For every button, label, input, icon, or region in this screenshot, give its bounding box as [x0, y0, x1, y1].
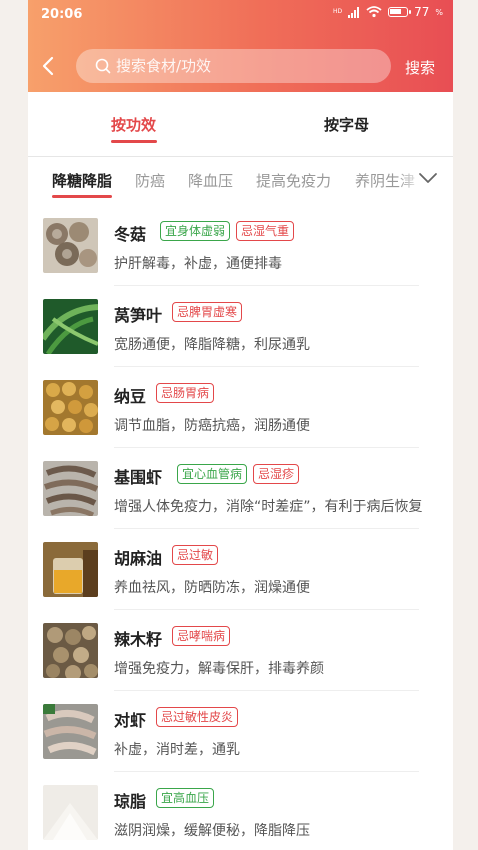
food-thumbnail	[43, 218, 98, 273]
hd-label: HD	[332, 8, 343, 15]
food-thumbnail	[43, 704, 98, 759]
list-item[interactable]: 冬菇 宜身体虚弱 忌湿气重 护肝解毒，补虚，通便排毒	[28, 205, 453, 286]
category-item-2[interactable]: 防癌	[135, 170, 165, 191]
list-item[interactable]: 胡麻油 忌过敏 养血祛风，防晒防冻，润燥通便	[28, 529, 453, 610]
category-bar: 降糖降脂 防癌 降血压 提高免疫力 养阴生津	[28, 157, 453, 200]
food-description: 宽肠通便，降脂降糖，利尿通乳	[114, 337, 310, 353]
tag-row: 忌过敏性皮炎	[156, 707, 239, 727]
suitable-tag: 宜身体虚弱	[160, 221, 231, 241]
search-box[interactable]	[76, 49, 391, 83]
list-item[interactable]: 辣木籽 忌哮喘病 增强免疫力，解毒保肝，排毒养颜	[28, 610, 453, 691]
list-item[interactable]: 琼脂 宜高血压 滋阴润燥，缓解便秘，降脂降压	[28, 772, 453, 850]
avoid-tag: 忌湿疹	[253, 464, 300, 484]
food-description: 护肝解毒，补虚，通便排毒	[114, 256, 282, 272]
tag-row: 忌哮喘病	[172, 626, 231, 646]
food-thumbnail	[43, 785, 98, 840]
list-item[interactable]: 莴笋叶 忌脾胃虚寒 宽肠通便，降脂降糖，利尿通乳	[28, 286, 453, 367]
app-screen: 20:06 HD 77% 搜索 按功效 按字母 降糖降脂 防癌 降血压 提高免疫…	[28, 0, 453, 850]
tag-row: 宜身体虚弱 忌湿气重	[160, 221, 295, 241]
search-button[interactable]: 搜索	[405, 57, 435, 78]
food-description: 增强免疫力，解毒保肝，排毒养颜	[114, 661, 324, 677]
search-input[interactable]	[116, 49, 376, 83]
food-name: 莴笋叶	[114, 306, 163, 325]
back-arrow-icon[interactable]	[40, 54, 56, 78]
tag-row: 宜心血管病 忌湿疹	[177, 464, 300, 484]
wifi-icon	[366, 6, 382, 18]
avoid-tag: 忌过敏	[172, 545, 219, 565]
status-bar: 20:06 HD 77%	[28, 0, 453, 30]
food-description: 滋阴润燥，缓解便秘，降脂降压	[114, 823, 310, 839]
list-item[interactable]: 纳豆 忌肠胃病 调节血脂，防癌抗癌，润肠通便	[28, 367, 453, 448]
tab-by-effect[interactable]: 按功效	[111, 114, 156, 135]
tag-row: 忌过敏	[172, 545, 219, 565]
food-description: 养血祛风，防晒防冻，润燥通便	[114, 580, 310, 596]
status-icons: HD 77%	[332, 5, 443, 19]
tab-active-indicator	[111, 140, 157, 143]
category-active-indicator	[52, 195, 112, 198]
tab-bar: 按功效 按字母	[28, 92, 453, 157]
food-name: 基围虾	[114, 468, 163, 487]
header-bar: 20:06 HD 77% 搜索	[28, 0, 453, 92]
tag-row: 忌肠胃病	[156, 383, 215, 403]
tag-row: 宜高血压	[156, 788, 215, 808]
food-thumbnail	[43, 461, 98, 516]
food-name: 辣木籽	[114, 630, 163, 649]
food-name: 对虾	[114, 711, 147, 730]
list-item[interactable]: 对虾 忌过敏性皮炎 补虚，消时差，通乳	[28, 691, 453, 772]
category-item-4[interactable]: 提高免疫力	[256, 170, 331, 191]
battery-icon	[388, 7, 412, 17]
food-description: 增强人体免疫力，消除“时差症”，有利于病后恢复	[114, 499, 423, 515]
suitable-tag: 宜高血压	[156, 788, 215, 808]
food-description: 补虚，消时差，通乳	[114, 742, 240, 758]
avoid-tag: 忌哮喘病	[172, 626, 231, 646]
tag-row: 忌脾胃虚寒	[172, 302, 243, 322]
food-thumbnail	[43, 623, 98, 678]
food-name: 冬菇	[114, 225, 147, 244]
status-time: 20:06	[41, 7, 83, 22]
avoid-tag: 忌肠胃病	[156, 383, 215, 403]
food-thumbnail	[43, 542, 98, 597]
food-thumbnail	[43, 299, 98, 354]
food-name: 胡麻油	[114, 549, 163, 568]
tab-by-letter[interactable]: 按字母	[324, 114, 369, 135]
avoid-tag: 忌脾胃虚寒	[172, 302, 243, 322]
avoid-tag: 忌过敏性皮炎	[156, 707, 239, 727]
category-item-1[interactable]: 降糖降脂	[52, 170, 112, 191]
battery-percent: 77	[414, 5, 430, 19]
avoid-tag: 忌湿气重	[236, 221, 295, 241]
search-icon	[95, 58, 111, 74]
category-item-3[interactable]: 降血压	[188, 170, 233, 191]
food-name: 纳豆	[114, 387, 147, 406]
signal-icon	[348, 6, 360, 18]
food-description: 调节血脂，防癌抗癌，润肠通便	[114, 418, 310, 434]
suitable-tag: 宜心血管病	[177, 464, 248, 484]
list-item[interactable]: 基围虾 宜心血管病 忌湿疹 增强人体免疫力，消除“时差症”，有利于病后恢复	[28, 448, 453, 529]
chevron-down-icon[interactable]	[418, 171, 438, 185]
food-thumbnail	[43, 380, 98, 435]
food-name: 琼脂	[114, 792, 147, 811]
